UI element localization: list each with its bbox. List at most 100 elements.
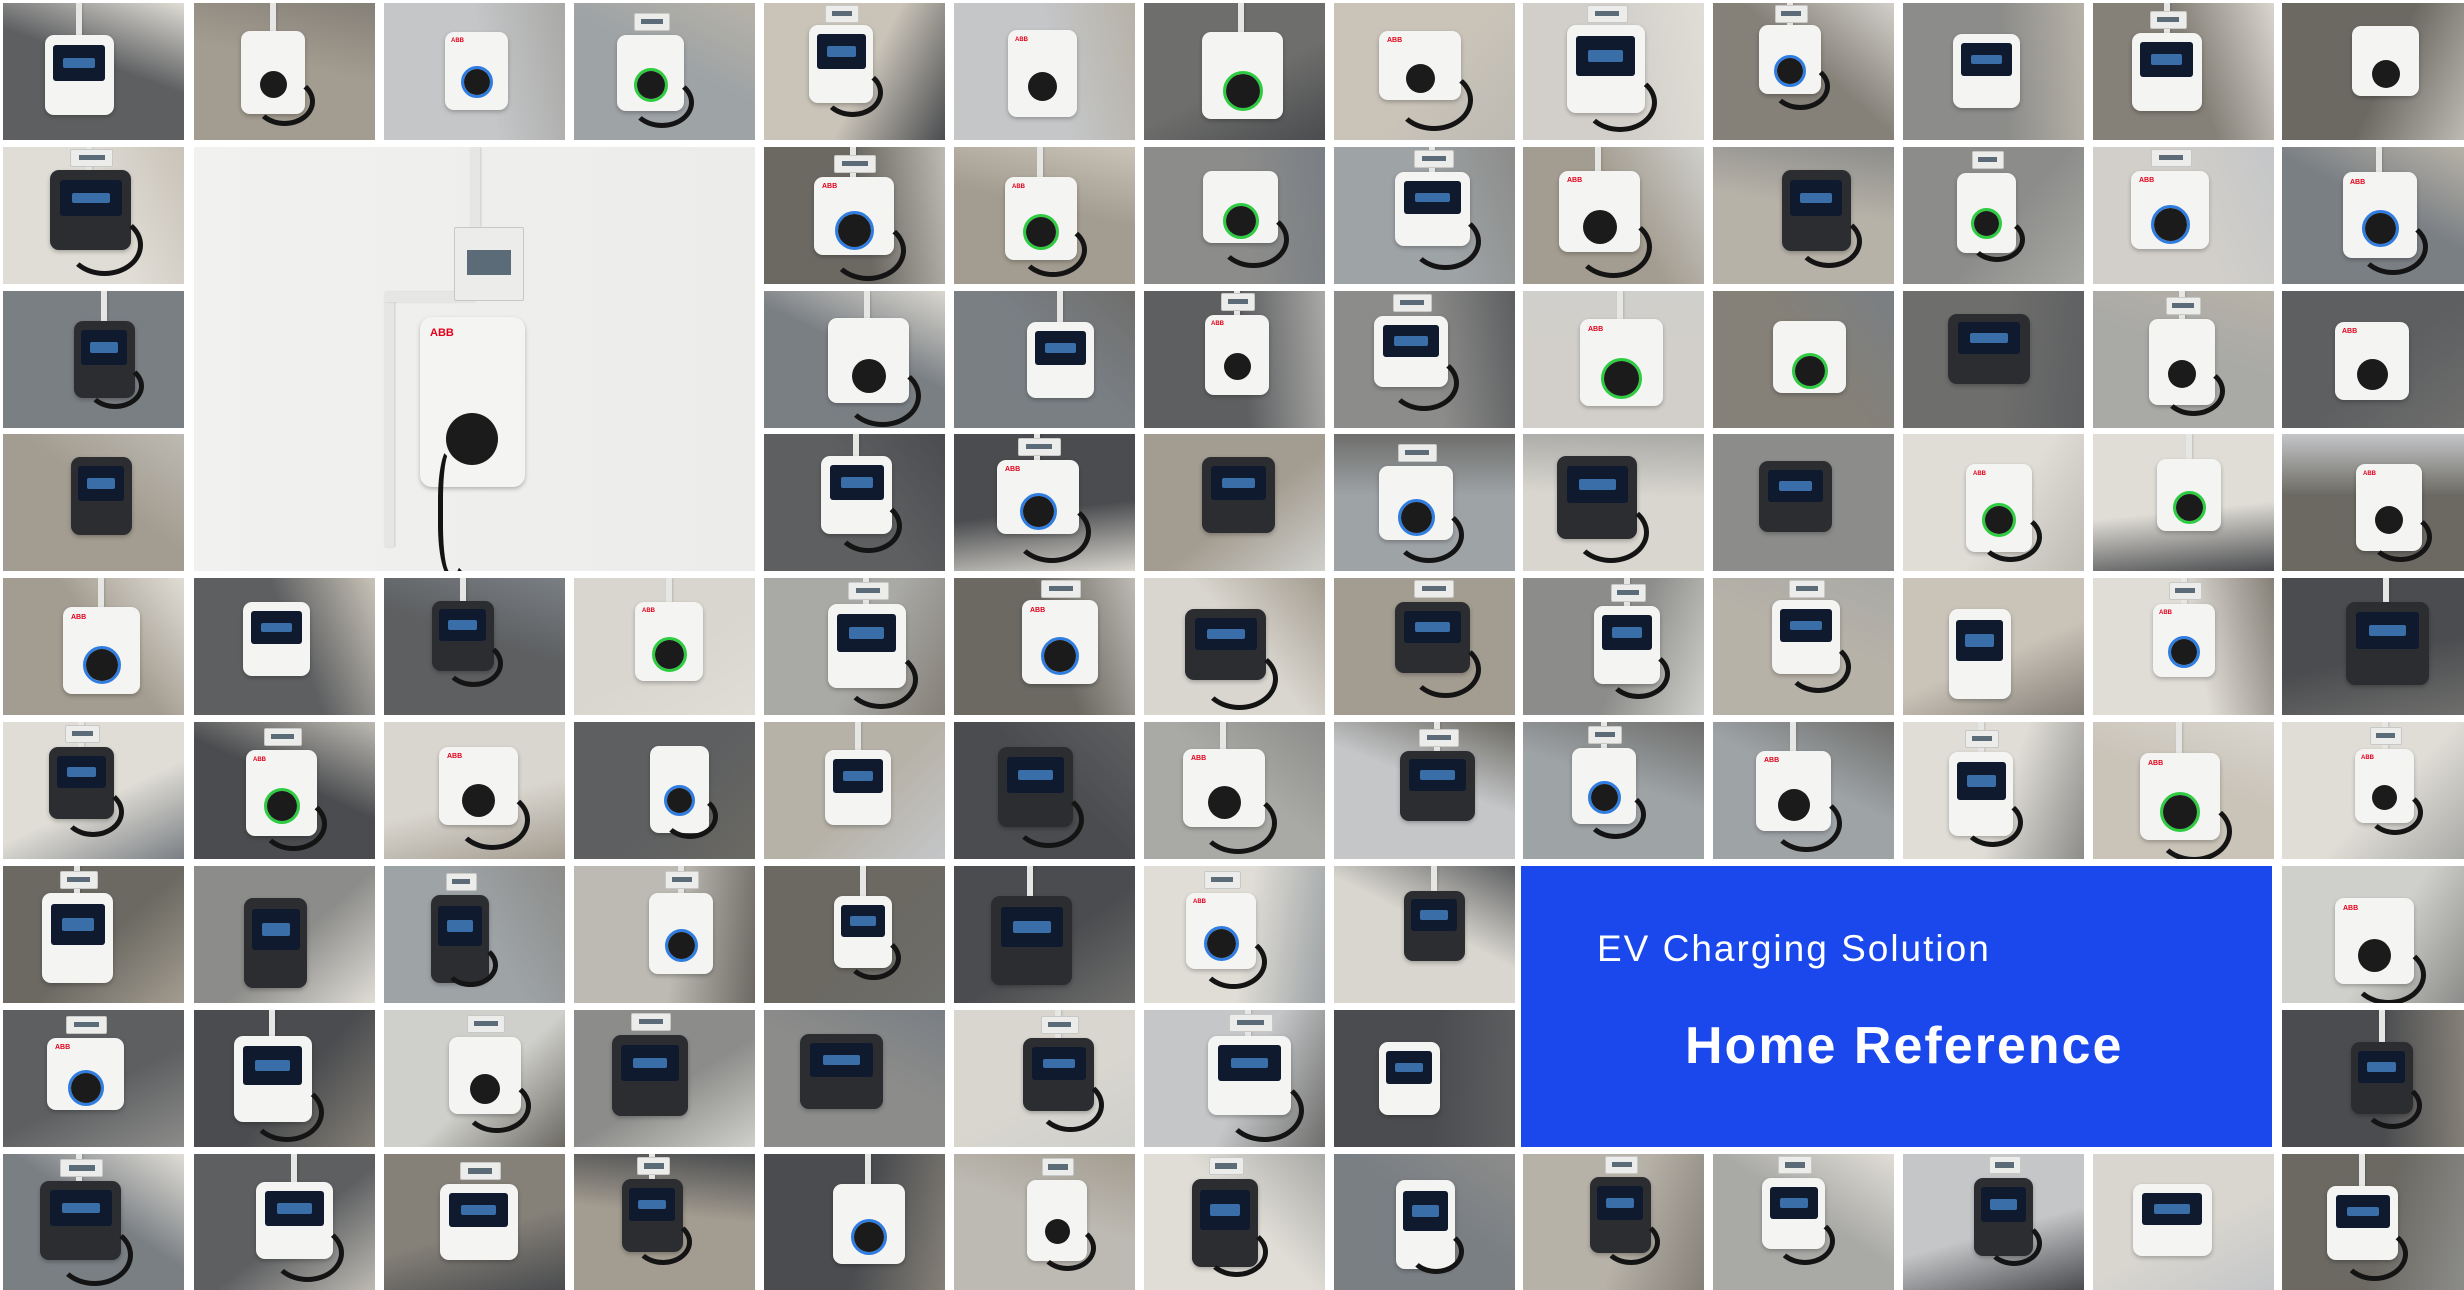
- breaker-box: [834, 155, 876, 174]
- breaker-box: [631, 1013, 671, 1032]
- charger-photo: ABB: [1713, 722, 1894, 859]
- breaker-box: [66, 1016, 108, 1035]
- breaker-box: [1397, 444, 1437, 463]
- brand-logo: ABB: [1764, 757, 1780, 764]
- brand-logo: ABB: [253, 757, 266, 763]
- wallbox-charger-icon: ABB: [63, 607, 140, 694]
- charger-photo: [1334, 291, 1515, 428]
- charger-photo: [1523, 578, 1704, 715]
- brand-logo: ABB: [1015, 37, 1028, 43]
- breaker-box: [467, 1015, 505, 1034]
- socket-icon: [854, 1222, 884, 1252]
- breaker-box: [2369, 727, 2402, 746]
- charger-photo: [2093, 291, 2274, 428]
- charging-cable-icon: [1019, 223, 1087, 277]
- display-screen-icon: [1383, 325, 1439, 357]
- breaker-box: [1586, 5, 1628, 23]
- charging-cable-icon: [1585, 790, 1646, 839]
- brand-logo: ABB: [1211, 321, 1224, 327]
- wallbox-charger-icon: [1400, 751, 1475, 821]
- breaker-box: [1017, 438, 1061, 457]
- conduit-pipe: [2376, 147, 2383, 172]
- display-screen-icon: [78, 466, 124, 501]
- brand-logo: ABB: [2343, 905, 2359, 912]
- charger-photo: [574, 1010, 755, 1147]
- charging-cable-icon: [1602, 1219, 1660, 1265]
- socket-icon: [655, 640, 684, 669]
- charger-photo: [194, 1154, 375, 1290]
- conduit-pipe: [865, 1154, 872, 1184]
- charging-cable-icon: [260, 797, 327, 851]
- brand-logo: ABB: [2342, 328, 2358, 335]
- brand-logo: ABB: [2159, 610, 2172, 616]
- display-screen-icon: [2356, 612, 2419, 649]
- charging-cable-icon: [1013, 791, 1084, 848]
- conduit-pipe: [864, 291, 871, 318]
- charging-cable-icon: [634, 1219, 692, 1265]
- display-screen-icon: [1961, 43, 2012, 76]
- charging-cable-icon: [2363, 1082, 2422, 1129]
- charger-photo: [384, 1010, 565, 1147]
- charging-cable-icon: [662, 794, 718, 839]
- charging-cable-icon: [835, 499, 902, 553]
- display-screen-icon: [1404, 611, 1461, 643]
- socket-icon: [2372, 60, 2400, 88]
- charging-cable-icon: [2358, 219, 2428, 275]
- conduit-pipe: [854, 722, 861, 750]
- display-screen-icon: [438, 906, 482, 946]
- breaker-box: [459, 1162, 501, 1181]
- socket-icon: [2357, 359, 2388, 390]
- display-screen-icon: [50, 1190, 112, 1226]
- charging-cable-icon: [2341, 1227, 2408, 1281]
- breaker-box: [1042, 1158, 1074, 1177]
- breaker-box: [825, 5, 859, 23]
- brand-logo: ABB: [822, 183, 838, 190]
- charger-photo: [1903, 3, 2084, 140]
- charger-photo: ABB: [2282, 147, 2464, 284]
- breaker-box: [633, 13, 670, 32]
- charger-photo: [764, 3, 945, 140]
- display-screen-icon: [1567, 466, 1628, 503]
- breaker-box: [1988, 1156, 2021, 1175]
- charging-cable-icon: [1575, 216, 1652, 278]
- wallbox-charger-icon: [1379, 1042, 1440, 1115]
- charging-cable-icon: [844, 365, 921, 427]
- display-screen-icon: [251, 611, 302, 644]
- wallbox-charger-icon: ABB: [420, 317, 525, 487]
- breaker-box: [2150, 149, 2192, 168]
- conduit-pipe: [1027, 866, 1034, 896]
- charger-photo: [954, 866, 1135, 1003]
- conduit-pipe: [384, 297, 394, 547]
- display-screen-icon: [1409, 759, 1466, 791]
- charger-photo: ABB: [1523, 291, 1704, 428]
- charger-photo: [3, 434, 184, 571]
- conduit-pipe: [2383, 578, 2390, 602]
- charger-photo: ABB: [954, 3, 1135, 140]
- socket-icon: [2171, 639, 2197, 665]
- charger-photo: [1903, 291, 2084, 428]
- socket-icon: [1224, 353, 1251, 380]
- charger-photo: ABB: [2093, 722, 2274, 859]
- charging-cable-icon: [66, 214, 143, 276]
- breaker-box: [1040, 1016, 1079, 1035]
- charger-photo: ABB: [1144, 291, 1325, 428]
- charger-photo: ABB: [2282, 434, 2464, 571]
- charger-photo: ABB: [764, 147, 945, 284]
- charger-photo: [194, 3, 375, 140]
- display-screen-icon: [817, 34, 866, 69]
- socket-icon: [464, 69, 490, 95]
- charger-photo: [1334, 722, 1515, 859]
- charger-photo: [3, 147, 184, 284]
- charger-photo: [764, 1010, 945, 1147]
- charging-cable-icon: [463, 1079, 531, 1133]
- wallbox-charger-icon: [1202, 32, 1283, 119]
- conduit-pipe: [2378, 1010, 2385, 1042]
- charging-cable-icon: [1583, 73, 1657, 132]
- breaker-box: [1965, 730, 1999, 749]
- charger-photo: [574, 866, 755, 1003]
- breaker-box: [1610, 584, 1646, 603]
- charger-photo: [1713, 3, 1894, 140]
- brand-logo: ABB: [1193, 899, 1206, 905]
- display-screen-icon: [243, 1046, 302, 1085]
- charging-cable-icon: [830, 220, 906, 281]
